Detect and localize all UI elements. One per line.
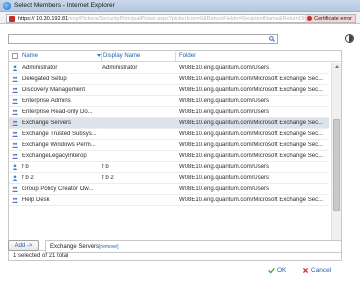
group-icon (12, 197, 18, 203)
column-divider (175, 52, 176, 61)
group-icon (12, 131, 18, 137)
cell-folder: W08E10.eng.quantum.com/Microsoft Exchang… (179, 120, 324, 126)
grid-scrollbar[interactable] (331, 63, 341, 249)
group-icon (12, 76, 18, 82)
table-row[interactable]: f b f b W08E10.eng.quantum.com/Users (9, 162, 329, 173)
table-row[interactable]: Discovery Management W08E10.eng.quantum.c… (9, 85, 329, 96)
select-members-dialog: Name Display Name Folder Administrator Ad… (0, 24, 360, 285)
cell-folder: W08E10.eng.quantum.com/Users (179, 175, 270, 181)
group-icon (12, 87, 18, 93)
group-icon (12, 120, 18, 126)
grid-header: Name Display Name Folder (9, 51, 343, 62)
cell-name: ExchangeLegacyInterop (22, 153, 87, 159)
column-divider (101, 52, 102, 61)
address-host: https:// 10.30.192.81 (18, 15, 69, 22)
check-icon (268, 267, 275, 274)
group-icon (12, 98, 18, 104)
group-icon (12, 186, 18, 192)
table-row[interactable]: Exchange Servers W08E10.eng.quantum.com/M… (9, 118, 329, 129)
cell-folder: W08E10.eng.quantum.com/Users (179, 98, 270, 104)
cell-name: Enterprise Admins (22, 98, 71, 104)
cell-display-name: Administrator (102, 65, 138, 71)
cell-folder: W08E10.eng.quantum.com/Microsoft Exchang… (179, 197, 324, 203)
remove-link[interactable]: [remove] (99, 244, 118, 250)
cell-display-name: f b (102, 164, 109, 170)
cell-name: Delegated Setup (22, 76, 67, 82)
select-all-checkbox[interactable] (12, 53, 18, 59)
table-row[interactable]: Exchange Trusted Subsys... W08E10.eng.qua… (9, 129, 329, 140)
cell-name: Exchange Windows Perm... (22, 142, 96, 148)
search-input[interactable] (9, 35, 267, 43)
user-icon (12, 65, 18, 71)
add-button[interactable]: Add -> (8, 240, 39, 251)
address-path: /ecp/Pickers/SecurityPrincipalPicker.asp… (68, 15, 327, 22)
members-grid: Name Display Name Folder Administrator Ad… (8, 50, 343, 261)
group-icon (12, 142, 18, 148)
table-row[interactable]: Administrator Administrator W08E10.eng.qua… (9, 63, 329, 74)
certificate-error-label: Certificate error (314, 15, 352, 22)
table-row[interactable]: Delegated Setup W08E10.eng.quantum.com/Mi… (9, 74, 329, 85)
search-box (8, 34, 278, 44)
cell-folder: W08E10.eng.quantum.com/Users (179, 186, 270, 192)
window-titlebar: Select Members - Internet Explorer (0, 0, 360, 12)
cell-name: Discovery Management (22, 87, 86, 93)
scroll-up-arrow-icon[interactable] (335, 65, 339, 68)
cell-name: Administrator (22, 65, 58, 71)
group-icon (12, 153, 18, 159)
security-lock-icon (9, 15, 15, 22)
cell-folder: W08E10.eng.quantum.com/Microsoft Exchang… (179, 153, 324, 159)
internet-explorer-icon (3, 1, 11, 10)
selected-members-box: Exchange Servers[remove] (45, 240, 342, 253)
user-icon (12, 164, 18, 170)
cell-name: Exchange Trusted Subsys... (22, 131, 97, 137)
column-header-display-name[interactable]: Display Name (103, 53, 140, 59)
certificate-error-icon (307, 16, 313, 21)
cell-name: f b (22, 164, 29, 170)
grid-rows: Administrator Administrator W08E10.eng.qua… (9, 63, 329, 206)
table-row[interactable]: Enterprise Admins W08E10.eng.quantum.com/… (9, 96, 329, 107)
certificate-error-badge[interactable]: Certificate error (305, 15, 355, 22)
ok-button[interactable]: OK (268, 264, 286, 276)
selected-member: Exchange Servers[remove] (50, 244, 118, 250)
cell-folder: W08E10.eng.quantum.com/Microsoft Exchang… (179, 131, 324, 137)
column-header-folder[interactable]: Folder (179, 53, 196, 59)
column-header-name[interactable]: Name (22, 53, 38, 59)
close-icon (302, 267, 309, 273)
cell-folder: W08E10.eng.quantum.com/Microsoft Exchang… (179, 142, 324, 148)
table-row[interactable]: Exchange Windows Perm... W08E10.eng.quant… (9, 140, 329, 151)
cancel-button-label: Cancel (311, 266, 332, 274)
cell-display-name: f b 2 (102, 175, 114, 181)
cell-name: Group Policy Creator Ow... (22, 186, 94, 192)
cell-folder: W08E10.eng.quantum.com/Users (179, 109, 270, 115)
table-row[interactable]: ExchangeLegacyInterop W08E10.eng.quantum.… (9, 151, 329, 162)
selection-count-text: 1 selected of 21 total (13, 253, 69, 259)
scrollbar-thumb[interactable] (333, 119, 340, 211)
cancel-button[interactable]: Cancel (302, 264, 331, 276)
selected-member-name: Exchange Servers (50, 244, 100, 250)
address-bar: https:// 10.30.192.81 /ecp/Pickers/Secur… (0, 12, 360, 24)
cell-folder: W08E10.eng.quantum.com/Users (179, 164, 270, 170)
user-icon (12, 175, 18, 181)
table-row[interactable]: Group Policy Creator Ow... W08E10.eng.qua… (9, 184, 329, 195)
cell-name: f b 2 (22, 175, 34, 181)
window-title: Select Members - Internet Explorer (14, 2, 115, 9)
cell-name: Exchange Servers (22, 120, 72, 126)
ok-button-label: OK (277, 266, 287, 274)
search-icon[interactable] (269, 36, 275, 42)
table-row[interactable]: f b 2 f b 2 W08E10.eng.quantum.com/Users (9, 173, 329, 184)
table-row[interactable]: Enterprise Read-only Do... W08E10.eng.qua… (9, 107, 329, 118)
cell-name: Enterprise Read-only Do... (22, 109, 93, 115)
cell-folder: W08E10.eng.quantum.com/Users (179, 65, 270, 71)
cell-folder: W08E10.eng.quantum.com/Microsoft Exchang… (179, 76, 324, 82)
details-pane-toggle-icon[interactable] (345, 34, 354, 43)
table-row[interactable]: Help Desk W08E10.eng.quantum.com/Microsof… (9, 195, 329, 206)
cell-folder: W08E10.eng.quantum.com/Microsoft Exchang… (179, 87, 324, 93)
cell-name: Help Desk (22, 197, 50, 203)
group-icon (12, 109, 18, 115)
address-field[interactable]: https:// 10.30.192.81 /ecp/Pickers/Secur… (6, 14, 356, 23)
